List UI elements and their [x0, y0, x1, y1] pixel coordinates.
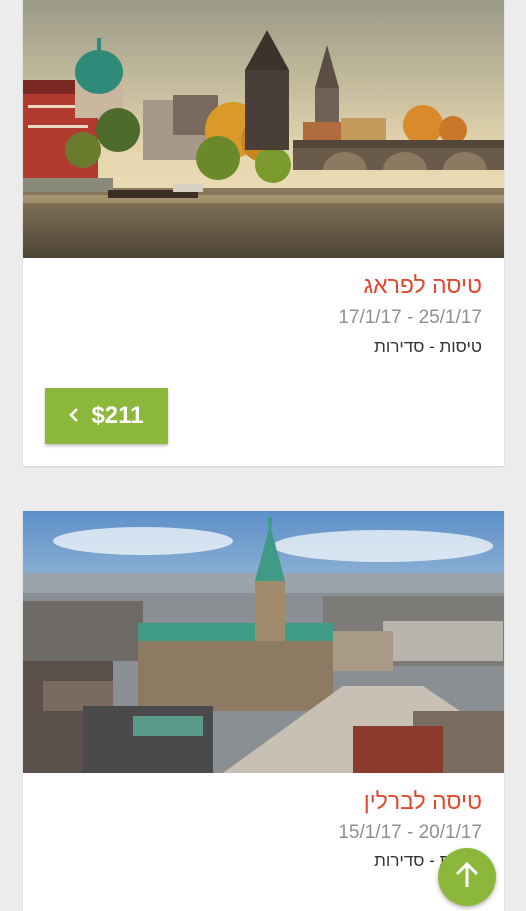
trip-categories: טיסות - סדירות: [374, 337, 482, 356]
trip-card-prague[interactable]: טיסה לפראג 17/1/17 - 25/1/17 טיסות - סדי…: [23, 0, 504, 466]
price-button[interactable]: $211: [45, 388, 168, 444]
arrow-up-icon: [454, 861, 480, 894]
trip-title[interactable]: טיסה לפראג: [363, 272, 482, 299]
berlin-photo: [23, 511, 504, 773]
scroll-to-top-button[interactable]: [438, 848, 496, 906]
trip-dates: 15/1/17 - 20/1/17: [338, 822, 482, 843]
chevron-left-icon: [69, 402, 79, 430]
trip-title[interactable]: טיסה לברלין: [364, 788, 482, 815]
price-label: $211: [91, 402, 144, 429]
prague-photo: [23, 0, 504, 258]
trip-card-berlin[interactable]: טיסה לברלין 15/1/17 - 20/1/17 טיסות - סד…: [23, 511, 504, 911]
trip-dates: 17/1/17 - 25/1/17: [338, 307, 482, 328]
